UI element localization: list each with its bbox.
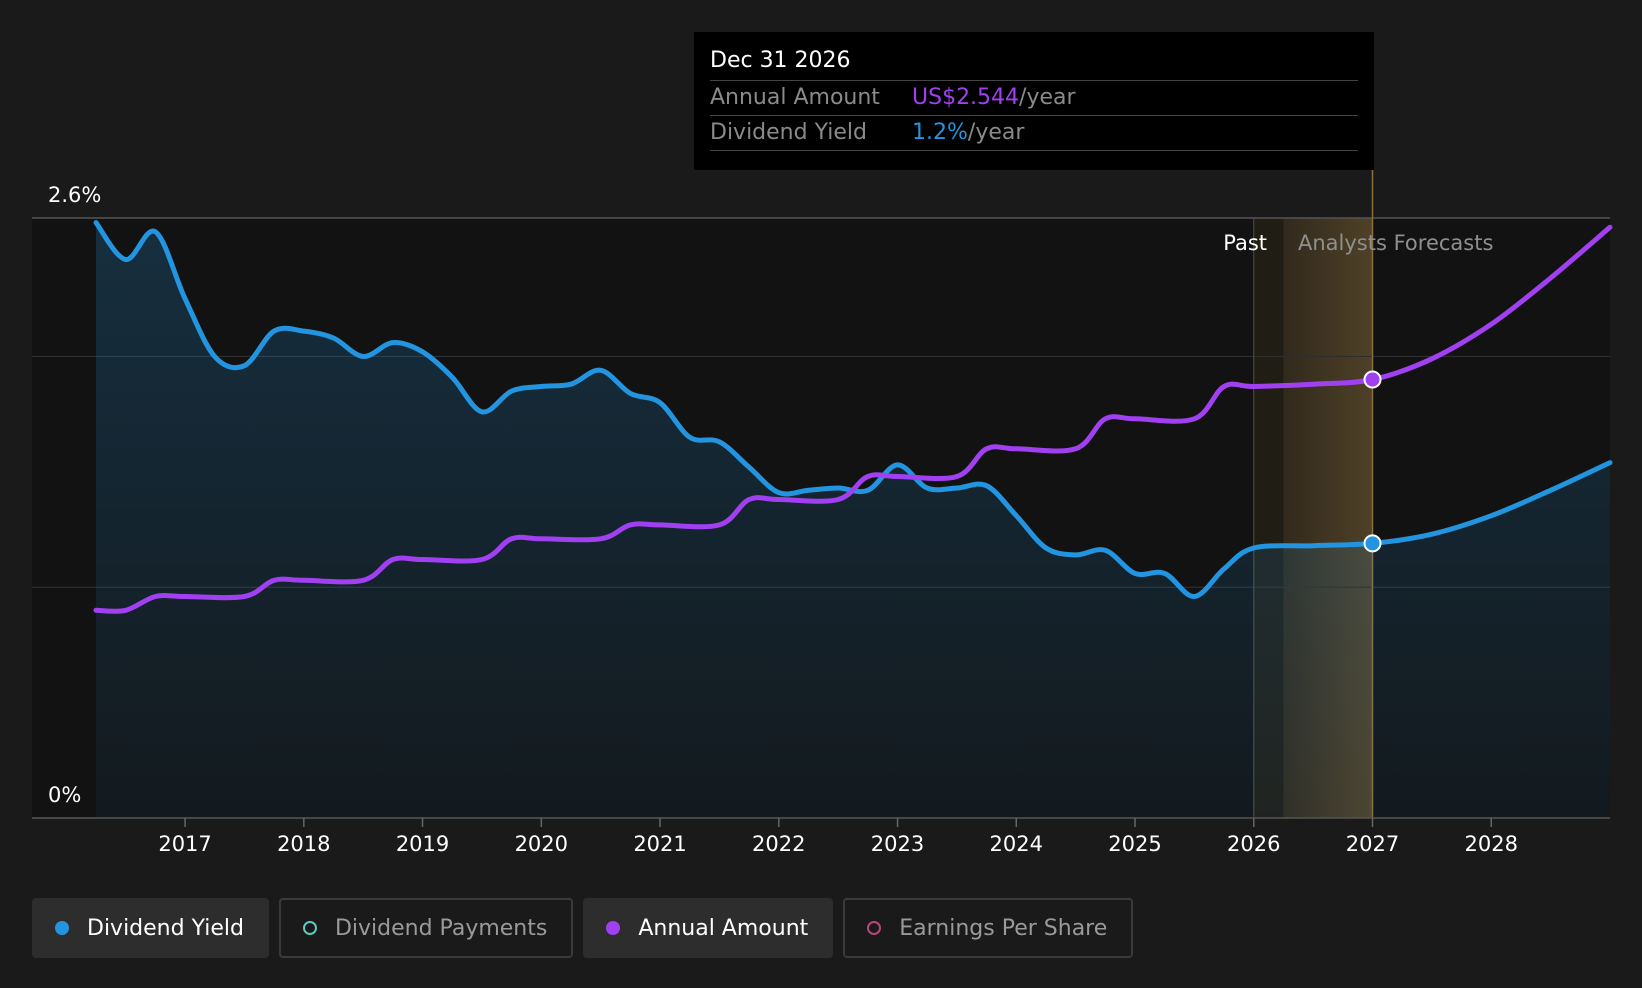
- legend-annual-amount[interactable]: Annual Amount: [583, 898, 834, 958]
- past-label: Past: [1223, 231, 1267, 255]
- tooltip-value: US$2.544: [912, 85, 1020, 110]
- forecast-label: Analysts Forecasts: [1298, 231, 1493, 255]
- x-tick-label: 2024: [990, 832, 1043, 856]
- x-tick-label: 2028: [1465, 832, 1518, 856]
- y-tick-label-top: 2.6%: [48, 183, 101, 207]
- legend-label: Annual Amount: [638, 915, 809, 941]
- y-tick-label-bottom: 0%: [48, 783, 81, 807]
- x-tick-label: 2017: [158, 832, 211, 856]
- hollow-circle-icon: [302, 921, 317, 935]
- filled-circle-icon: [55, 921, 69, 935]
- legend-label: Earnings Per Share: [899, 915, 1108, 941]
- x-tick-label: 2026: [1227, 832, 1280, 856]
- x-tick-label: 2027: [1346, 832, 1399, 856]
- tooltip-date: Dec 31 2026: [710, 48, 851, 73]
- dividend-yield-marker[interactable]: [1363, 534, 1382, 553]
- tooltip-label: Annual Amount: [710, 85, 880, 110]
- x-tick-label: 2019: [396, 832, 449, 856]
- x-tick-label: 2025: [1108, 832, 1161, 856]
- x-tick-label: 2023: [871, 832, 924, 856]
- tooltip-row-annual-amount: Annual Amount US$2.544 /year: [710, 80, 1358, 115]
- tooltip-label: Dividend Yield: [710, 120, 867, 145]
- hollow-circle-icon: [867, 921, 882, 935]
- tooltip-value: 1.2%: [912, 120, 968, 145]
- x-tick-label: 2021: [633, 832, 686, 856]
- legend: Dividend Yield Dividend Payments Annual …: [32, 898, 1134, 958]
- tooltip: Dec 31 2026 Annual Amount US$2.544 /year…: [694, 32, 1374, 170]
- x-tick-label: 2022: [752, 832, 805, 856]
- x-tick-label: 2020: [515, 832, 568, 856]
- tooltip-row-dividend-yield: Dividend Yield 1.2% /year: [710, 115, 1358, 151]
- legend-label: Dividend Yield: [87, 915, 244, 941]
- filled-circle-icon: [606, 921, 621, 935]
- legend-earnings-per-share[interactable]: Earnings Per Share: [843, 898, 1134, 958]
- tooltip-unit: /year: [1019, 85, 1076, 110]
- tooltip-unit: /year: [967, 120, 1025, 145]
- legend-dividend-payments[interactable]: Dividend Payments: [278, 898, 574, 958]
- legend-label: Dividend Payments: [334, 915, 548, 941]
- x-axis-ticks: 2017 2018 2019 2020 2021 2022 2023 2024 2025 2026…: [158, 818, 1518, 856]
- annual-amount-marker[interactable]: [1363, 370, 1382, 389]
- legend-dividend-yield[interactable]: Dividend Yield: [32, 898, 269, 958]
- x-tick-label: 2018: [277, 832, 330, 856]
